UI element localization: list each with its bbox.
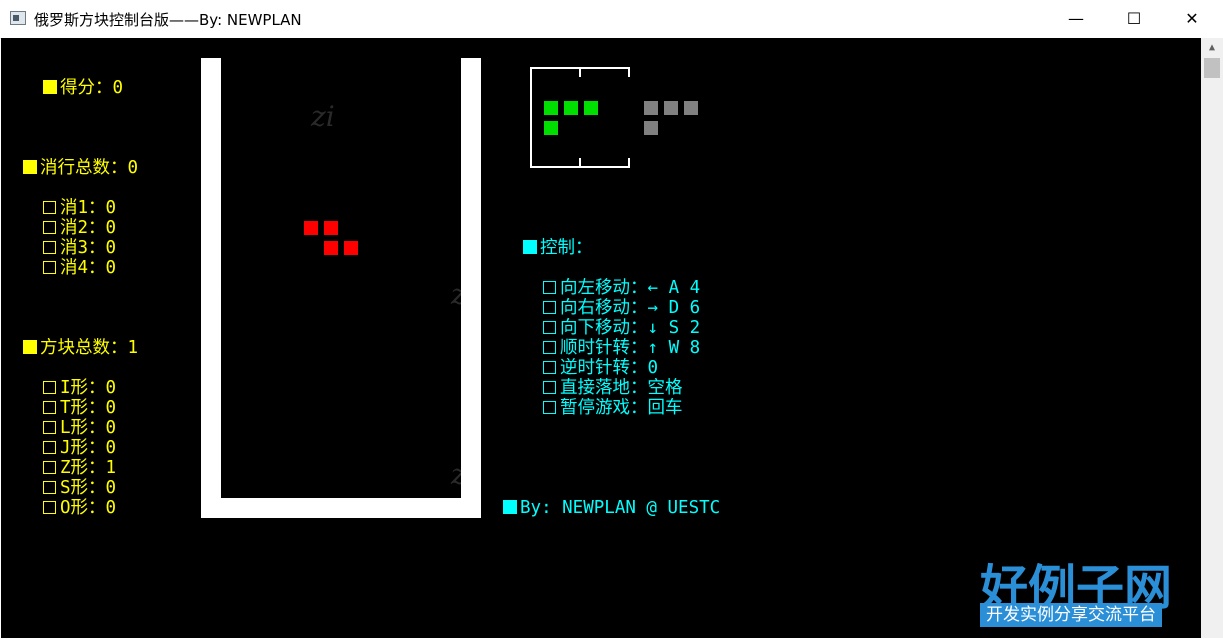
lines-4: 消4：0 [43, 258, 116, 278]
checkbox-icon [43, 221, 56, 234]
scroll-thumb[interactable] [1204, 58, 1220, 78]
checkbox-icon [43, 401, 56, 414]
control-pause: 暂停游戏：回车 [543, 398, 683, 418]
checkbox-icon [43, 481, 56, 494]
well-left-wall [201, 58, 221, 518]
score-label: 得分：0 [43, 78, 123, 98]
checkbox-icon [43, 381, 56, 394]
console-app-icon [10, 11, 26, 25]
cyan-square-icon [503, 500, 517, 514]
lines-3: 消3：0 [43, 238, 116, 258]
yellow-square-icon [23, 160, 37, 174]
preview-frame-tick [579, 158, 581, 168]
vertical-scrollbar[interactable]: ▲ [1201, 38, 1223, 638]
next-piece-block [544, 101, 558, 115]
ghost-piece-block [684, 101, 698, 115]
next-piece-block [544, 121, 558, 135]
checkbox-icon [43, 261, 56, 274]
checkbox-icon [43, 421, 56, 434]
preview-frame-left [530, 67, 532, 168]
ghost-piece-block [664, 101, 678, 115]
controls-title: 控制： [523, 238, 593, 258]
site-watermark-tagline: 开发实例分享交流平台 [980, 603, 1162, 627]
well-floor [201, 498, 481, 518]
control-rotate-ccw: 逆时针转：0 [543, 358, 658, 378]
well-right-wall [461, 58, 481, 518]
next-piece-block [564, 101, 578, 115]
shape-z-count: Z形：1 [43, 458, 116, 478]
shape-l-count: L形：0 [43, 418, 116, 438]
credit-line: By: NEWPLAN @ UESTC [503, 498, 720, 518]
checkbox-icon [543, 401, 556, 414]
checkbox-icon [43, 441, 56, 454]
lines-total-label: 消行总数：0 [23, 158, 138, 178]
preview-frame-tick [579, 67, 581, 77]
yellow-square-icon [23, 340, 37, 354]
window-title: 俄罗斯方块控制台版——By: NEWPLAN [34, 11, 302, 29]
shape-t-count: T形：0 [43, 398, 116, 418]
yellow-square-icon [43, 80, 57, 94]
checkbox-icon [543, 281, 556, 294]
shape-s-count: S形：0 [43, 478, 116, 498]
current-piece-block [344, 241, 358, 255]
cyan-square-icon [523, 240, 537, 254]
control-move-left: 向左移动：← A 4 [543, 278, 700, 298]
lines-2: 消2：0 [43, 218, 116, 238]
blocks-total-label: 方块总数：1 [23, 338, 138, 358]
checkbox-icon [543, 301, 556, 314]
current-piece-block [304, 221, 318, 235]
control-rotate-cw: 顺时针转：↑ W 8 [543, 338, 700, 358]
checkbox-icon [543, 361, 556, 374]
preview-frame-right-bottom [628, 158, 630, 168]
checkbox-icon [543, 341, 556, 354]
preview-frame-right-top [628, 67, 630, 77]
current-piece-block [324, 221, 338, 235]
checkbox-icon [43, 461, 56, 474]
scroll-up-arrow-icon[interactable]: ▲ [1201, 38, 1223, 58]
checkbox-icon [43, 201, 56, 214]
lines-1: 消1：0 [43, 198, 116, 218]
next-piece-block [584, 101, 598, 115]
minimize-button[interactable]: — [1047, 0, 1105, 38]
shape-j-count: J形：0 [43, 438, 116, 458]
control-hard-drop: 直接落地：空格 [543, 378, 683, 398]
shape-o-count: O形：0 [43, 498, 116, 518]
shape-i-count: I形：0 [43, 378, 116, 398]
window-title-bar[interactable]: 俄罗斯方块控制台版——By: NEWPLAN — ☐ ✕ [0, 0, 1223, 39]
control-move-down: 向下移动：↓ S 2 [543, 318, 700, 338]
maximize-button[interactable]: ☐ [1105, 0, 1163, 38]
checkbox-icon [543, 381, 556, 394]
current-piece-block [324, 241, 338, 255]
close-button[interactable]: ✕ [1163, 0, 1221, 38]
ghost-piece-block [644, 121, 658, 135]
checkbox-icon [543, 321, 556, 334]
checkbox-icon [43, 501, 56, 514]
background-watermark: zi [311, 100, 335, 133]
ghost-piece-block [644, 101, 658, 115]
control-move-right: 向右移动：→ D 6 [543, 298, 700, 318]
checkbox-icon [43, 241, 56, 254]
